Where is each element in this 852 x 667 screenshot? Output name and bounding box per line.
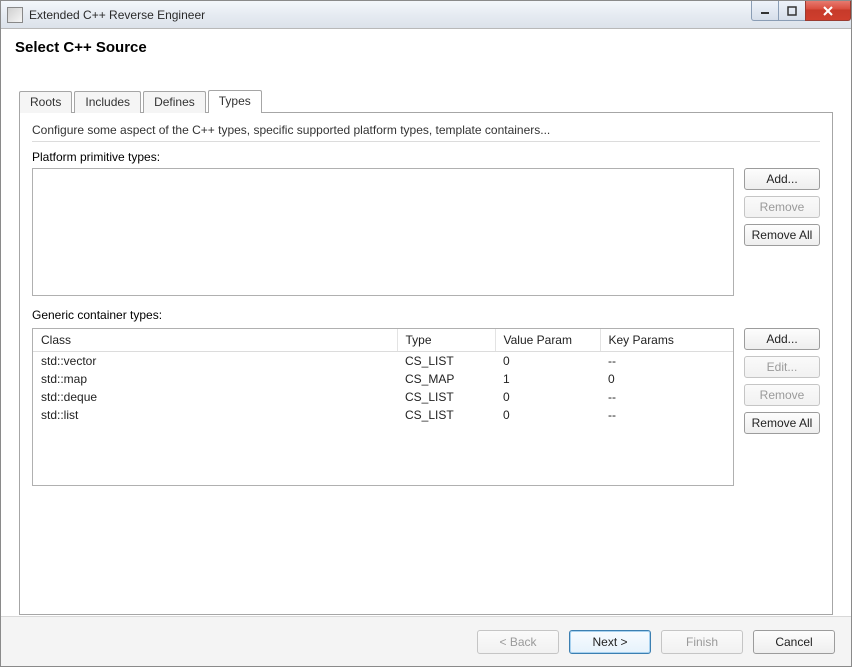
tab-includes[interactable]: Includes xyxy=(74,91,141,113)
col-type[interactable]: Type xyxy=(397,329,495,352)
generic-table: Class Type Value Param Key Params std::v… xyxy=(33,329,733,424)
platform-remove-button: Remove xyxy=(744,196,820,218)
table-row[interactable]: std::listCS_LIST0-- xyxy=(33,406,733,424)
wizard-footer: < Back Next > Finish Cancel xyxy=(1,616,851,666)
generic-types-table[interactable]: Class Type Value Param Key Params std::v… xyxy=(32,328,734,486)
close-button[interactable] xyxy=(805,1,851,21)
cell-class: std::vector xyxy=(33,352,397,371)
tab-label: Defines xyxy=(154,95,195,109)
table-fill xyxy=(33,424,733,485)
cell-value_param: 0 xyxy=(495,388,600,406)
generic-edit-button: Edit... xyxy=(744,356,820,378)
generic-remove-all-button[interactable]: Remove All xyxy=(744,412,820,434)
platform-add-button[interactable]: Add... xyxy=(744,168,820,190)
next-button[interactable]: Next > xyxy=(569,630,651,654)
tab-label: Includes xyxy=(85,95,130,109)
cell-class: std::map xyxy=(33,370,397,388)
table-row[interactable]: std::dequeCS_LIST0-- xyxy=(33,388,733,406)
titlebar: Extended C++ Reverse Engineer xyxy=(1,1,851,29)
platform-types-row: Add... Remove Remove All xyxy=(32,168,820,296)
app-icon xyxy=(7,7,23,23)
cell-class: std::deque xyxy=(33,388,397,406)
cell-type: CS_LIST xyxy=(397,352,495,371)
cell-key_params: -- xyxy=(600,388,733,406)
cell-value_param: 0 xyxy=(495,406,600,424)
generic-types-row: Class Type Value Param Key Params std::v… xyxy=(32,328,820,486)
tab-label: Types xyxy=(219,94,251,108)
cell-class: std::list xyxy=(33,406,397,424)
cell-key_params: 0 xyxy=(600,370,733,388)
tab-roots[interactable]: Roots xyxy=(19,91,72,113)
platform-remove-all-button[interactable]: Remove All xyxy=(744,224,820,246)
cell-key_params: -- xyxy=(600,352,733,371)
cell-type: CS_LIST xyxy=(397,388,495,406)
intro-text: Configure some aspect of the C++ types, … xyxy=(32,123,820,137)
generic-remove-button: Remove xyxy=(744,384,820,406)
maximize-icon xyxy=(787,6,797,16)
platform-types-list[interactable] xyxy=(32,168,734,296)
cancel-button[interactable]: Cancel xyxy=(753,630,835,654)
platform-types-buttons: Add... Remove Remove All xyxy=(744,168,820,246)
generic-types-buttons: Add... Edit... Remove Remove All xyxy=(744,328,820,434)
col-value-param[interactable]: Value Param xyxy=(495,329,600,352)
divider xyxy=(32,141,820,142)
col-class[interactable]: Class xyxy=(33,329,397,352)
back-button: < Back xyxy=(477,630,559,654)
close-icon xyxy=(822,6,834,16)
wizard-header: Select C++ Source xyxy=(1,29,851,77)
platform-types-label: Platform primitive types: xyxy=(32,150,820,164)
generic-types-label: Generic container types: xyxy=(32,308,820,322)
generic-add-button[interactable]: Add... xyxy=(744,328,820,350)
tab-label: Roots xyxy=(30,95,61,109)
tab-types[interactable]: Types xyxy=(208,90,262,113)
tab-defines[interactable]: Defines xyxy=(143,91,206,113)
table-row[interactable]: std::mapCS_MAP10 xyxy=(33,370,733,388)
minimize-icon xyxy=(760,6,770,16)
window-title: Extended C++ Reverse Engineer xyxy=(29,8,205,22)
tabstrip: Roots Includes Defines Types xyxy=(19,89,833,112)
tab-panel-types: Configure some aspect of the C++ types, … xyxy=(19,112,833,615)
page-title: Select C++ Source xyxy=(15,39,837,56)
cell-value_param: 0 xyxy=(495,352,600,371)
finish-button: Finish xyxy=(661,630,743,654)
minimize-button[interactable] xyxy=(751,1,779,21)
table-header-row: Class Type Value Param Key Params xyxy=(33,329,733,352)
maximize-button[interactable] xyxy=(778,1,806,21)
work-area: Roots Includes Defines Types Configure s… xyxy=(1,89,851,616)
cell-type: CS_LIST xyxy=(397,406,495,424)
window-buttons xyxy=(752,1,851,21)
cell-key_params: -- xyxy=(600,406,733,424)
cell-value_param: 1 xyxy=(495,370,600,388)
table-row[interactable]: std::vectorCS_LIST0-- xyxy=(33,352,733,371)
col-key-params[interactable]: Key Params xyxy=(600,329,733,352)
cell-type: CS_MAP xyxy=(397,370,495,388)
